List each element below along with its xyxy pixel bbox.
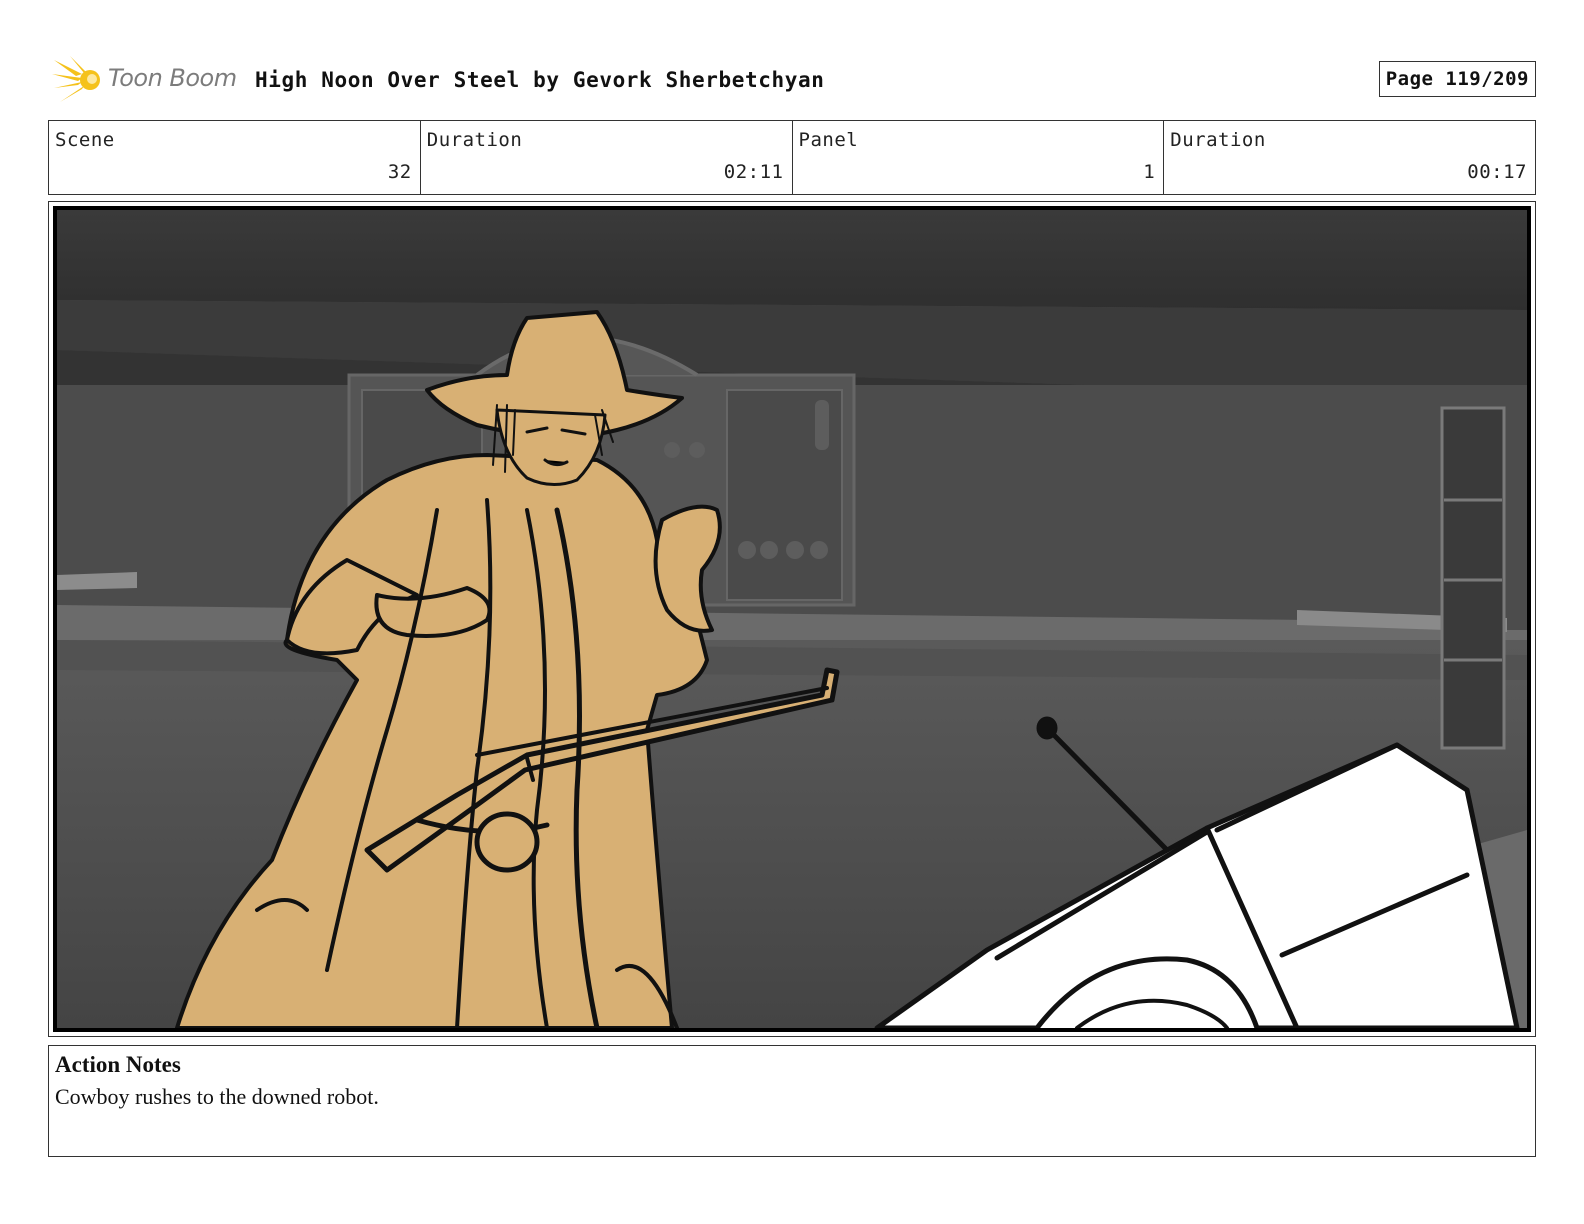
logo-wordmark: Toon Boom	[108, 64, 237, 92]
panel-cell: Panel 1	[793, 121, 1165, 194]
panel-illustration	[57, 210, 1527, 1028]
action-notes-box: Action Notes Cowboy rushes to the downed…	[48, 1045, 1536, 1157]
storyboard-panel-frame	[48, 201, 1536, 1037]
document-title: High Noon Over Steel by Gevork Sherbetch…	[255, 68, 825, 92]
page-header: Toon Boom High Noon Over Steel by Gevork…	[48, 54, 1536, 108]
scene-duration-label: Duration	[426, 129, 523, 151]
scene-cell: Scene 32	[49, 121, 421, 194]
scene-duration-value: 02:11	[723, 161, 784, 183]
action-notes-title: Action Notes	[55, 1052, 181, 1077]
page-number-box: Page 119/209	[1378, 61, 1536, 97]
panel-value: 1	[1143, 161, 1156, 183]
action-notes-body: Cowboy rushes to the downed robot.	[55, 1084, 379, 1109]
scene-duration-cell: Duration 02:11	[421, 121, 793, 194]
scene-label: Scene	[55, 129, 115, 151]
panel-duration-label: Duration	[1170, 129, 1266, 151]
storyboard-panel-image	[53, 206, 1531, 1032]
page-number: Page 119/209	[1385, 68, 1529, 90]
panel-duration-cell: Duration 00:17	[1164, 121, 1535, 194]
sunburst-icon	[52, 56, 100, 102]
scene-value: 32	[387, 161, 412, 183]
toon-boom-logo: Toon Boom	[52, 54, 242, 106]
panel-label: Panel	[798, 129, 859, 151]
panel-duration-value: 00:17	[1467, 161, 1527, 183]
scene-info-row: Scene 32 Duration 02:11 Panel 1 Duration…	[48, 120, 1536, 195]
